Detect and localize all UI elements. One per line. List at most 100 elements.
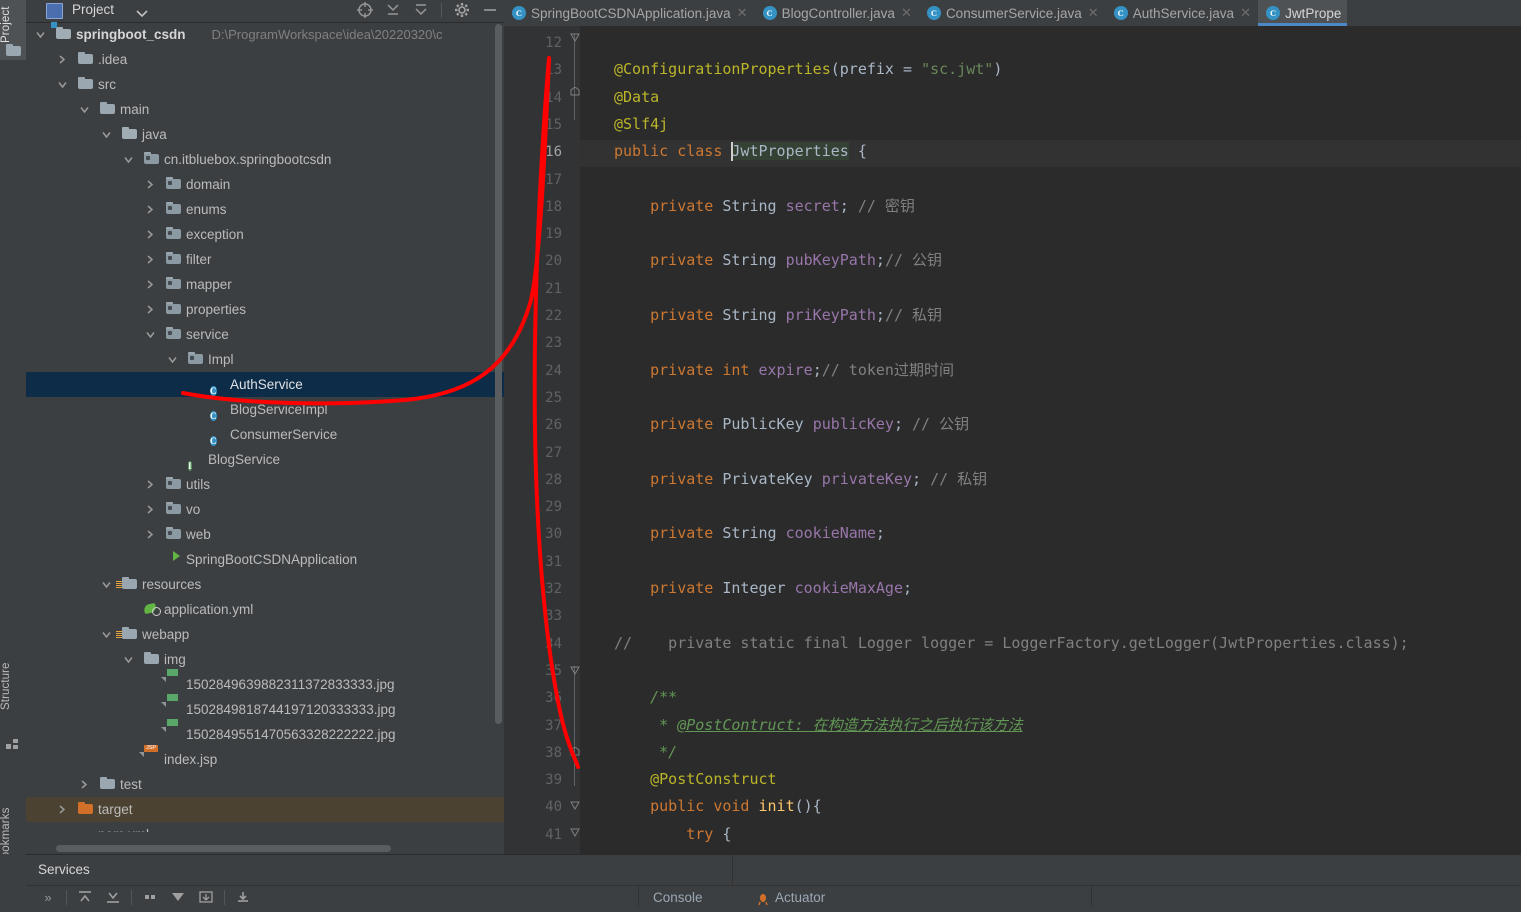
fold-marker-end[interactable] — [570, 84, 580, 96]
tab-actuator[interactable]: Actuator — [775, 890, 825, 905]
minimize-icon[interactable] — [482, 2, 498, 18]
editor-tab-consumerservice[interactable]: C ConsumerService.java ✕ — [919, 0, 1106, 26]
tree-expand-arrow[interactable] — [124, 147, 136, 172]
tree-node-springbootcsdnapplication[interactable]: SpringBootCSDNApplication — [26, 547, 504, 572]
editor-tab-springbootcsdnapplication[interactable]: C SpringBootCSDNApplication.java ✕ — [504, 0, 755, 26]
tree-expand-arrow[interactable] — [102, 622, 114, 647]
tree-node-img[interactable]: img — [26, 647, 504, 672]
tree-node-mapper[interactable]: mapper — [26, 272, 504, 297]
tree-node-cn-itbluebox-springbootcsdn[interactable]: cn.itbluebox.springbootcsdn — [26, 147, 504, 172]
tree-node-web[interactable]: web — [26, 522, 504, 547]
tree-vertical-scrollbar[interactable] — [495, 24, 502, 724]
tree-node-authservice[interactable]: C AuthService — [26, 372, 504, 397]
tree-expand-arrow[interactable] — [146, 522, 158, 547]
tree-node-resources[interactable]: resources — [26, 572, 504, 597]
tree-node-1502849818744197120333333-jpg[interactable]: 1502849818744197120333333.jpg — [26, 697, 504, 722]
tree-node-consumerservice[interactable]: C ConsumerService — [26, 422, 504, 447]
filter-icon[interactable] — [164, 887, 192, 907]
tree-node-webapp[interactable]: webapp — [26, 622, 504, 647]
tree-expand-arrow[interactable] — [124, 647, 136, 672]
tree-expand-arrow[interactable] — [58, 47, 70, 72]
expand-panel-button[interactable]: » — [34, 887, 62, 907]
tree-expand-arrow[interactable] — [146, 247, 158, 272]
tree-expand-arrow[interactable] — [146, 272, 158, 297]
pause-icon[interactable] — [136, 887, 164, 907]
tree-node-blogserviceimpl[interactable]: C BlogServiceImpl — [26, 397, 504, 422]
tree-node-label: springboot_csdn — [76, 27, 186, 42]
tool-button-structure[interactable]: Structure — [0, 642, 26, 730]
tree-expand-arrow[interactable] — [168, 347, 180, 372]
editor-gutter[interactable]: 12 13 14 15 16 17 18 19 20 21 22 23 24 25 26 27 28 29 30 31… — [504, 26, 570, 854]
tree-expand-arrow[interactable] — [146, 172, 158, 197]
tab-console[interactable]: Console — [653, 890, 703, 905]
fold-marker-javadoc-end[interactable] — [570, 744, 580, 756]
tree-expand-arrow[interactable] — [146, 222, 158, 247]
tree-node-test[interactable]: test — [26, 772, 504, 797]
tree-node-label: 1502849818744197120333333.jpg — [186, 702, 396, 717]
tree-node-utils[interactable]: utils — [26, 472, 504, 497]
tree-expand-arrow[interactable] — [146, 472, 158, 497]
tree-node-vo[interactable]: vo — [26, 497, 504, 522]
tree-node-pom-xml[interactable]: mpom.xml — [26, 822, 504, 832]
export-icon[interactable] — [192, 887, 220, 907]
tree-expand-arrow[interactable] — [102, 572, 114, 597]
tree-expand-arrow[interactable] — [146, 197, 158, 222]
tree-node-blogservice[interactable]: I BlogService — [26, 447, 504, 472]
code-content[interactable]: @ConfigurationProperties(prefix = "sc.jw… — [580, 26, 1521, 854]
fold-marker-method[interactable] — [570, 798, 580, 811]
tree-node-filter[interactable]: filter — [26, 247, 504, 272]
expand-all-icon[interactable] — [385, 2, 401, 18]
editor-tab-authservice[interactable]: C AuthService.java ✕ — [1106, 0, 1258, 26]
fold-marker-javadoc[interactable] — [570, 663, 580, 676]
tree-node-domain[interactable]: domain — [26, 172, 504, 197]
tree-node-idea[interactable]: .idea — [26, 47, 504, 72]
tree-node-service[interactable]: service — [26, 322, 504, 347]
tree-node-enums[interactable]: enums — [26, 197, 504, 222]
tree-node-main[interactable]: main — [26, 97, 504, 122]
code-token: public — [614, 142, 669, 161]
tree-node-src[interactable]: src — [26, 72, 504, 97]
close-icon[interactable]: ✕ — [736, 5, 749, 21]
tree-node-1502849639882311372833333-jpg[interactable]: 1502849639882311372833333.jpg — [26, 672, 504, 697]
tree-horizontal-scrollbar[interactable] — [56, 845, 391, 852]
tree-node-exception[interactable]: exception — [26, 222, 504, 247]
tree-expand-arrow[interactable] — [102, 122, 114, 147]
collapse-all-icon[interactable] — [413, 2, 429, 18]
tree-expand-arrow[interactable] — [58, 797, 70, 822]
scroll-to-end-icon[interactable] — [229, 887, 257, 907]
editor-tab-bar[interactable]: C SpringBootCSDNApplication.java ✕ C BlogCon… — [504, 0, 1521, 26]
project-tree[interactable]: springboot_csdn D:\ProgramWorkspace\idea\… — [26, 22, 504, 832]
tree-node-properties[interactable]: properties — [26, 297, 504, 322]
locate-icon[interactable] — [357, 2, 373, 18]
tree-expand-arrow[interactable] — [146, 322, 158, 347]
gear-icon[interactable] — [454, 2, 470, 18]
close-icon[interactable]: ✕ — [900, 5, 913, 21]
editor-tab-blogcontroller[interactable]: C BlogController.java ✕ — [755, 0, 919, 26]
structure-icon — [6, 737, 20, 749]
tree-expand-arrow[interactable] — [58, 72, 70, 97]
editor-tab-jwtprope[interactable]: C JwtPrope — [1258, 0, 1348, 26]
tree-expand-arrow[interactable] — [36, 22, 48, 47]
fold-marker-try[interactable] — [570, 825, 580, 838]
code-folding-column[interactable] — [570, 26, 580, 854]
tree-node-impl[interactable]: Impl — [26, 347, 504, 372]
tree-expand-arrow[interactable] — [80, 772, 92, 797]
tree-expand-arrow[interactable] — [146, 297, 158, 322]
tree-node-java[interactable]: java — [26, 122, 504, 147]
code-token: "sc.jwt" — [921, 60, 994, 79]
tree-node-springboot-csdn[interactable]: springboot_csdn D:\ProgramWorkspace\idea\… — [26, 22, 504, 47]
expand-all-icon[interactable] — [71, 887, 99, 907]
close-icon[interactable]: ✕ — [1239, 5, 1252, 21]
close-icon[interactable]: ✕ — [1087, 5, 1100, 21]
tree-expand-arrow[interactable] — [146, 497, 158, 522]
code-token: // 私钥 — [884, 306, 943, 324]
code-token: String — [722, 306, 777, 324]
tree-expand-arrow[interactable] — [80, 97, 92, 122]
collapse-all-icon[interactable] — [99, 887, 127, 907]
tree-node-index-jsp[interactable]: index.jsp — [26, 747, 504, 772]
tree-node-1502849551470563328222222-jpg[interactable]: 1502849551470563328222222.jpg — [26, 722, 504, 747]
fold-marker-collapse[interactable] — [570, 30, 580, 43]
tree-node-application-yml[interactable]: application.yml — [26, 597, 504, 622]
tree-node-target[interactable]: target — [26, 797, 504, 822]
line-number: 20 — [545, 253, 562, 270]
